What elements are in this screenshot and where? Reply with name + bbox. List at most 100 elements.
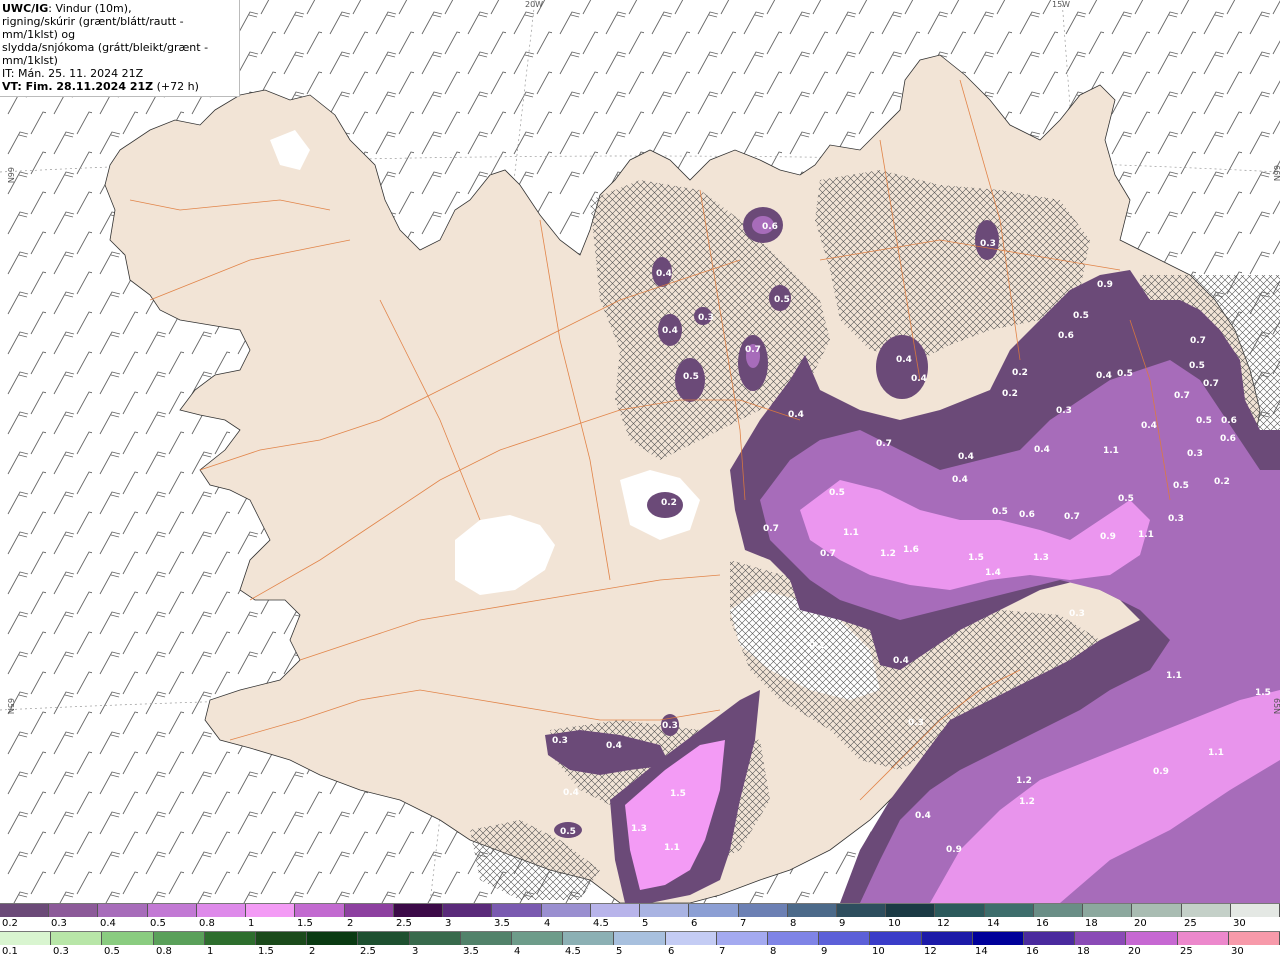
precip-value: 0.5 xyxy=(560,827,576,837)
precip-value: 0.6 xyxy=(1019,510,1035,520)
legend-label: 1 xyxy=(207,946,214,957)
precip-value: 0.5 xyxy=(683,372,699,382)
precip-value: 0.5 xyxy=(1117,369,1133,379)
legend-swatch xyxy=(870,932,922,945)
legend-swatch xyxy=(492,904,542,917)
precip-value: 1.1 xyxy=(843,528,859,538)
precip-value: 0.3 xyxy=(662,721,678,731)
precip-value: 0.9 xyxy=(1097,280,1113,290)
legend-label: 7 xyxy=(719,946,726,957)
precip-value: 0.4 xyxy=(788,410,804,420)
precip-value: 1.2 xyxy=(1016,776,1032,786)
precip-value: 0.4 xyxy=(656,269,672,279)
precip-value: 0.7 xyxy=(1203,379,1219,389)
legend-swatch xyxy=(153,932,205,945)
legend-label: 9 xyxy=(839,918,846,929)
legend-label: 0.8 xyxy=(199,918,215,929)
legend-swatch xyxy=(972,932,1025,945)
precip-value: 1.1 xyxy=(1166,671,1182,681)
precip-value: 0.4 xyxy=(1141,421,1157,431)
legend-label: 6 xyxy=(691,918,698,929)
precip-value: 0.6 xyxy=(762,222,778,232)
lat-label-65n-left: 65N xyxy=(6,698,15,714)
legend-label: 5 xyxy=(616,946,623,957)
legend-label: 1.5 xyxy=(258,946,274,957)
precip-value: 0.4 xyxy=(662,326,678,336)
legend-label: 0.3 xyxy=(51,918,67,929)
legend-swatch xyxy=(1132,904,1182,917)
legend-swatch xyxy=(1177,932,1229,945)
legend-swatch xyxy=(614,932,666,945)
legend-label: 25 xyxy=(1184,918,1197,929)
precip-value: 1.3 xyxy=(631,824,647,834)
precip-value: 0.5 xyxy=(774,295,790,305)
legend-label: 10 xyxy=(888,918,901,929)
legend-swatch xyxy=(738,904,788,917)
precip-value: 0.4 xyxy=(1096,371,1112,381)
legend-label: 8 xyxy=(790,918,797,929)
legend-label: 3 xyxy=(445,918,452,929)
precip-value: 1.1 xyxy=(1103,446,1119,456)
precip-value: 0.3 xyxy=(1168,514,1184,524)
legend-label: 4.5 xyxy=(593,918,609,929)
legend-swatch xyxy=(984,904,1034,917)
legend-label: 5 xyxy=(642,918,649,929)
legend-swatch xyxy=(921,932,973,945)
legend-label: 14 xyxy=(975,946,988,957)
precip-value: 0.4 xyxy=(1034,445,1050,455)
lon-label-20w: 20W xyxy=(525,0,543,9)
legend-swatch xyxy=(295,904,345,917)
rain-legend-labels: 0.1 0.3 0.5 0.8 1 1.5 2 2.5 3 3.5 4 4.5 5 6 7 8 9 10 12 14 1… xyxy=(0,945,1280,960)
precip-value: 0.2 xyxy=(1012,368,1028,378)
precip-value: 0.4 xyxy=(606,741,622,751)
precip-value: 0.9 xyxy=(1100,532,1116,542)
precip-value: 0.5 xyxy=(1196,416,1212,426)
precip-value: 0.7 xyxy=(1174,391,1190,401)
precip-value: 0.5 xyxy=(1189,361,1205,371)
weather-map[interactable]: 20W 15W 66N 66N 65N 65N 0.6 0.3 0.4 0.5 … xyxy=(0,0,1280,903)
precip-value: 1.3 xyxy=(1033,553,1049,563)
legend-label: 18 xyxy=(1085,918,1098,929)
legend-swatch xyxy=(98,904,148,917)
map-canvas: 20W 15W 66N 66N 65N 65N 0.6 0.3 0.4 0.5 … xyxy=(0,0,1280,903)
legend-swatch xyxy=(935,904,985,917)
legend-label: 0.2 xyxy=(2,918,18,929)
legend-label: 0.5 xyxy=(104,946,120,957)
legend-swatch xyxy=(1075,932,1127,945)
snow-legend-bar xyxy=(0,903,1280,917)
legend-label: 8 xyxy=(770,946,777,957)
lon-label-15w: 15W xyxy=(1052,0,1070,9)
precip-value: 0.7 xyxy=(1190,336,1206,346)
precip-value: 1.1 xyxy=(664,843,680,853)
snow-legend-labels: 0.2 0.3 0.4 0.5 0.8 1 1.5 2 2.5 3 3.5 4 4.5 5 6 7 8 9 10 12… xyxy=(0,917,1280,932)
precip-value: 0.7 xyxy=(763,524,779,534)
legend-label: 6 xyxy=(668,946,675,957)
lat-label-66n-left: 66N xyxy=(6,167,15,183)
precip-value: 0.3 xyxy=(1187,449,1203,459)
legend-swatch xyxy=(196,904,247,917)
legend-swatch xyxy=(0,932,52,945)
precip-value: 0.2 xyxy=(1214,477,1230,487)
legend-swatch xyxy=(256,932,308,945)
precip-value: 0.9 xyxy=(1153,767,1169,777)
legend-swatch xyxy=(307,932,359,945)
precip-value: 0.3 xyxy=(980,239,996,249)
legend-swatch xyxy=(1024,932,1076,945)
precip-value: 0.7 xyxy=(876,439,892,449)
legend-swatch xyxy=(1126,932,1178,945)
legend-label: 4 xyxy=(544,918,551,929)
legend-label: 0.8 xyxy=(156,946,172,957)
legend-label: 20 xyxy=(1128,946,1141,957)
precip-value: 1.4 xyxy=(985,568,1001,578)
legend-swatch xyxy=(51,932,103,945)
legend-label: 7 xyxy=(740,918,747,929)
legend-swatch xyxy=(1228,932,1280,945)
legend-label: 0.1 xyxy=(2,946,18,957)
legend-swatch xyxy=(836,904,887,917)
precip-value: 1.2 xyxy=(880,549,896,559)
precip-value: 0.5 xyxy=(829,488,845,498)
legend-label: 14 xyxy=(987,918,1000,929)
legend-label: 2 xyxy=(347,918,354,929)
legend-label: 2.5 xyxy=(360,946,376,957)
legend-label: 9 xyxy=(821,946,828,957)
